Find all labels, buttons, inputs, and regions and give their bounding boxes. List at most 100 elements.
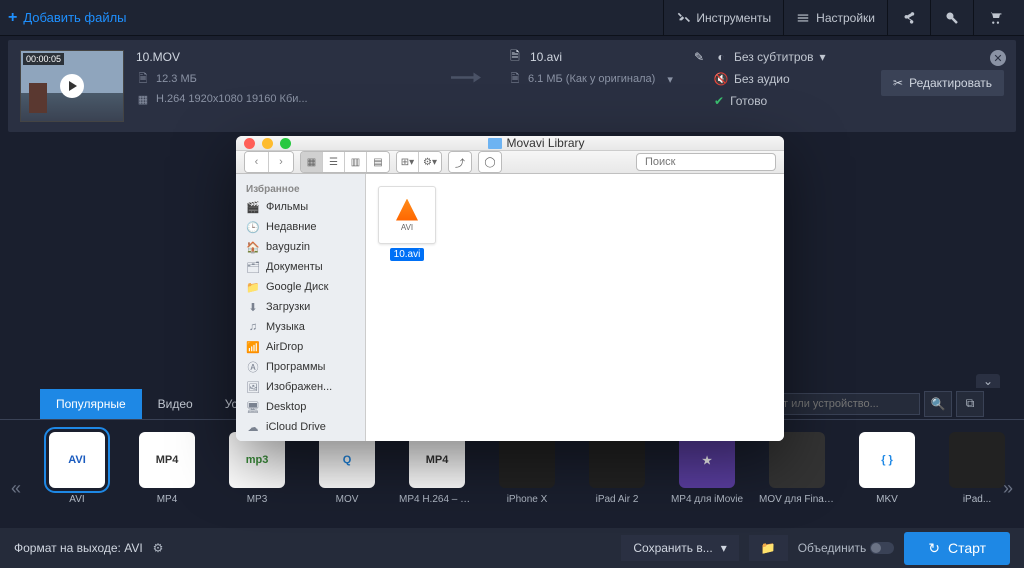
sidebar-item[interactable]: ♫Музыка	[236, 317, 365, 337]
search-icon: 🔍	[931, 397, 946, 411]
add-files-button[interactable]: + Добавить файлы	[8, 9, 127, 27]
top-toolbar: + Добавить файлы Инструменты Настройки	[0, 0, 1024, 36]
wrench-button[interactable]	[930, 0, 973, 36]
add-files-label: Добавить файлы	[23, 10, 126, 25]
devices-header: Устройства	[236, 437, 365, 441]
chevron-down-icon[interactable]: ▾	[667, 73, 673, 86]
sidebar-item[interactable]: 🖼Изображен...	[236, 377, 365, 397]
collapse-panel-button[interactable]: ⌄	[976, 374, 1000, 388]
file-icon: 🗎	[508, 72, 522, 86]
output-settings-button[interactable]: ⚙	[153, 541, 164, 555]
source-filename: 10.MOV	[136, 50, 436, 64]
duration-badge: 00:00:05	[23, 53, 64, 65]
device-icon: ⧉	[966, 396, 975, 411]
speaker-muted-icon: 🔇	[714, 72, 728, 86]
zoom-window-button[interactable]	[280, 138, 291, 149]
arrow-icon	[436, 70, 496, 85]
sidebar-item[interactable]: 📶AirDrop	[236, 337, 365, 357]
merge-toggle[interactable]	[870, 542, 894, 554]
tools-icon	[676, 11, 690, 25]
finder-search-input[interactable]	[636, 153, 776, 171]
preset-mp4-h-264-hd-7-[interactable]: MP4MP4 H.264 – HD 7...	[404, 432, 470, 505]
scroll-left-button[interactable]: «	[6, 468, 26, 508]
tags-button[interactable]: ◯	[479, 152, 501, 172]
file-name-label: 10.avi	[390, 248, 425, 261]
subtitle-icon: ◐	[714, 50, 728, 64]
scissors-icon: ✂	[893, 76, 903, 90]
search-button[interactable]: 🔍	[924, 391, 952, 417]
file-item[interactable]: AVI 10.avi	[378, 186, 436, 261]
hamburger-icon	[796, 11, 810, 25]
finder-titlebar[interactable]: Movavi Library	[236, 136, 784, 151]
preset-iphone-x[interactable]: iPhone X	[494, 432, 560, 505]
list-view-button[interactable]: ☰	[323, 152, 345, 172]
preset-mkv[interactable]: { }MKV	[854, 432, 920, 505]
codec-icon: ▦	[136, 92, 150, 106]
preset-mov[interactable]: QMOV	[314, 432, 380, 505]
gallery-view-button[interactable]: ▤	[367, 152, 389, 172]
sidebar-item[interactable]: ⬇Загрузки	[236, 297, 365, 317]
thumbnail[interactable]: 00:00:05	[20, 50, 124, 122]
finder-toolbar: ‹ › ▦ ☰ ▥ ▤ ⊞▾ ⚙▾ ⤴ ◯	[236, 151, 784, 174]
detect-device-button[interactable]: ⧉	[956, 391, 984, 417]
folder-icon	[488, 138, 502, 149]
cart-button[interactable]	[973, 0, 1016, 36]
forward-button[interactable]: ›	[269, 152, 293, 172]
pencil-icon[interactable]: ✎	[694, 50, 704, 64]
action-button[interactable]: ⚙▾	[419, 152, 441, 172]
bottom-bar: Формат на выходе: AVI ⚙ Сохранить в... ▾…	[0, 528, 1024, 568]
merge-label: Объединить	[798, 541, 867, 555]
share-icon	[902, 11, 916, 25]
sidebar-item[interactable]: 🖥Desktop	[236, 397, 365, 417]
sidebar-item[interactable]: 🗂Документы	[236, 257, 365, 277]
check-icon: ✔	[714, 94, 724, 108]
sidebar-item[interactable]: 🏠bayguzin	[236, 237, 365, 257]
share-button[interactable]: ⤴	[449, 152, 471, 172]
group-button[interactable]: ⊞▾	[397, 152, 419, 172]
back-button[interactable]: ‹	[245, 152, 269, 172]
tools-button[interactable]: Инструменты	[663, 0, 783, 36]
sidebar-item[interactable]: 🎬Фильмы	[236, 197, 365, 217]
sidebar-item[interactable]: 📁Google Диск	[236, 277, 365, 297]
convert-icon: ↻	[928, 540, 940, 557]
tab-popular[interactable]: Популярные	[40, 389, 142, 419]
file-icon: 🗎	[136, 72, 150, 86]
edit-button[interactable]: ✂ Редактировать	[881, 70, 1004, 96]
preset-mp4-imovie[interactable]: ★MP4 для iMovie	[674, 432, 740, 505]
favorites-header: Избранное	[236, 180, 365, 197]
preset-avi[interactable]: AVIAVI	[44, 432, 110, 505]
dest-filename: 10.avi	[530, 50, 562, 64]
icon-view-button[interactable]: ▦	[301, 152, 323, 172]
play-icon[interactable]	[60, 74, 84, 98]
preset-mp4[interactable]: MP4MP4	[134, 432, 200, 505]
output-format-label: Формат на выходе: AVI	[14, 541, 143, 555]
preset-ipad-air-2[interactable]: iPad Air 2	[584, 432, 650, 505]
browse-folder-button[interactable]: 📁	[749, 535, 788, 561]
vlc-file-icon: AVI	[378, 186, 436, 244]
folder-icon: 📁	[761, 541, 776, 555]
plus-icon: +	[8, 9, 17, 27]
sidebar-item[interactable]: ⒶПрограммы	[236, 357, 365, 377]
start-button[interactable]: ↻ Старт	[904, 532, 1010, 565]
remove-file-button[interactable]: ✕	[990, 50, 1006, 66]
sidebar-item[interactable]: ☁iCloud Drive	[236, 417, 365, 437]
file-entry: 00:00:05 10.MOV 🗎12.3 МБ ▦H.264 1920x108…	[8, 40, 1016, 132]
chevron-down-icon: ▾	[721, 541, 727, 555]
chevron-down-icon[interactable]: ▾	[820, 50, 826, 64]
minimize-window-button[interactable]	[262, 138, 273, 149]
settings-button[interactable]: Настройки	[783, 0, 887, 36]
preset-mp3[interactable]: mp3MP3	[224, 432, 290, 505]
save-to-button[interactable]: Сохранить в... ▾	[621, 535, 738, 561]
share-button[interactable]	[887, 0, 930, 36]
finder-sidebar: Избранное 🎬Фильмы🕒Недавние🏠bayguzin🗂Доку…	[236, 174, 366, 441]
finder-file-area[interactable]: AVI 10.avi	[366, 174, 784, 441]
close-window-button[interactable]	[244, 138, 255, 149]
cart-icon	[988, 11, 1002, 25]
sidebar-item[interactable]: 🕒Недавние	[236, 217, 365, 237]
file-icon: 🗎	[508, 50, 522, 64]
tab-video[interactable]: Видео	[142, 389, 209, 419]
finder-window: Movavi Library ‹ › ▦ ☰ ▥ ▤ ⊞▾ ⚙▾ ⤴ ◯ Изб…	[236, 136, 784, 441]
column-view-button[interactable]: ▥	[345, 152, 367, 172]
preset-mov-final-cut-[interactable]: MOV для Final Cut...	[764, 432, 830, 505]
wrench-icon	[945, 11, 959, 25]
